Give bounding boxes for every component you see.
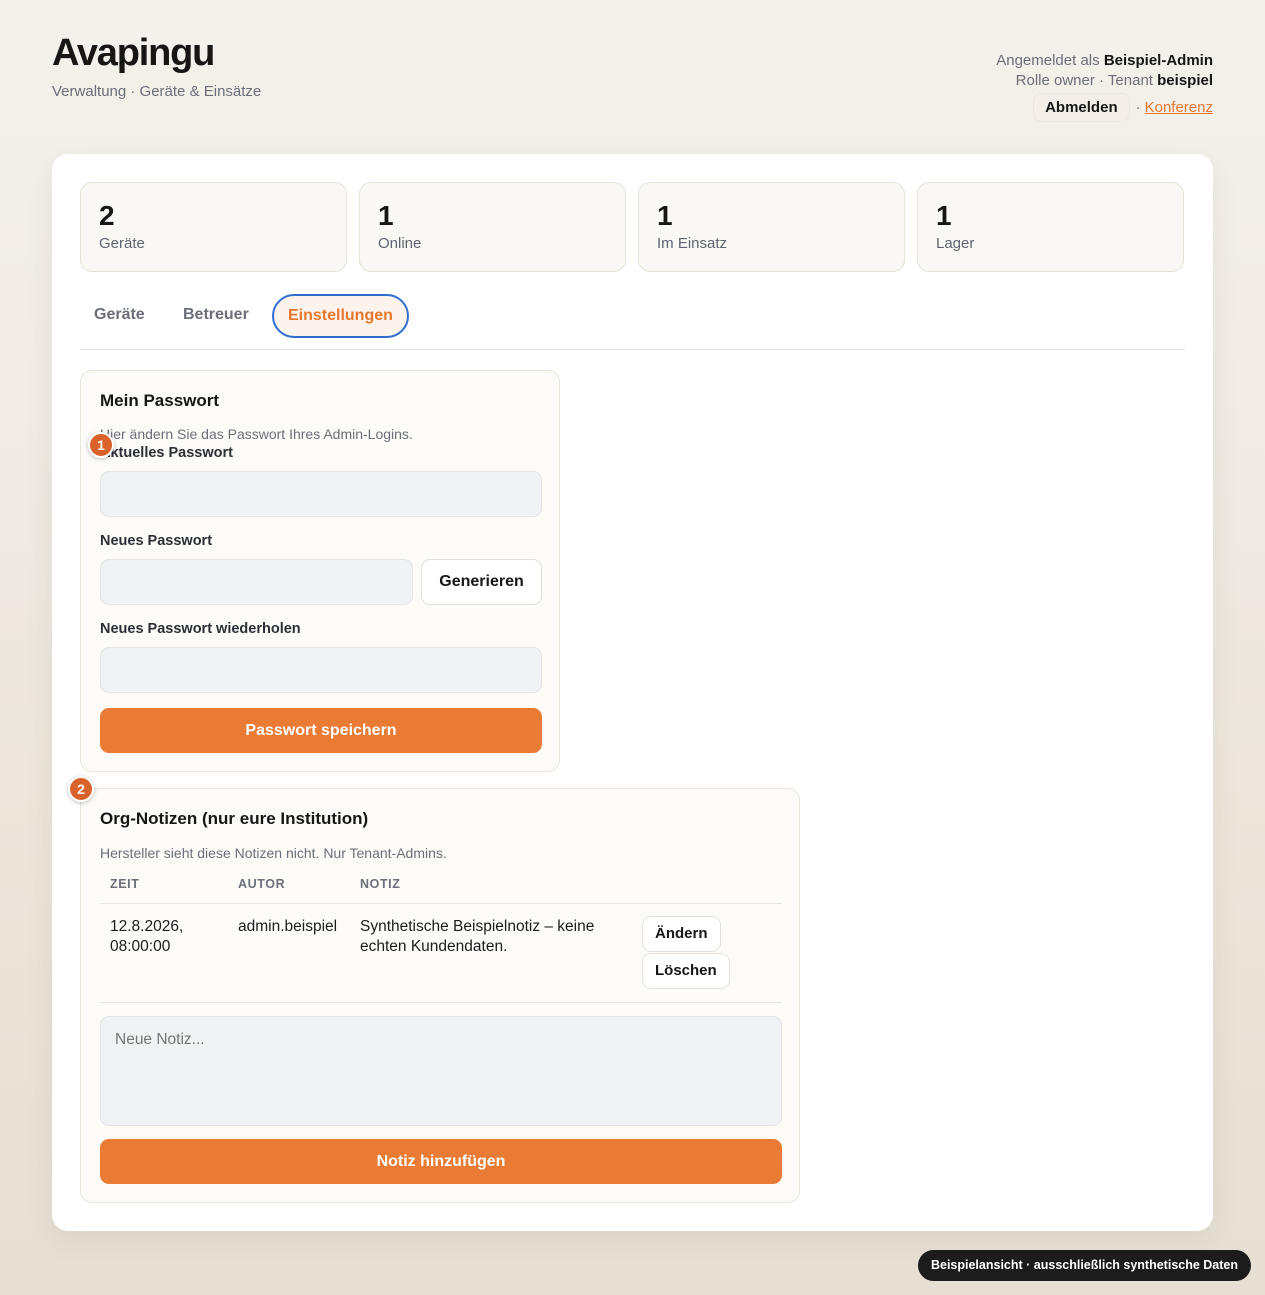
app-subtitle: Verwaltung · Geräte & Einsätze bbox=[52, 83, 262, 100]
repeat-password-input[interactable] bbox=[100, 647, 542, 693]
panel-description: Hersteller sieht diese Notizen nicht. Nu… bbox=[100, 845, 447, 861]
table-row-divider bbox=[100, 1002, 782, 1003]
panel-title: Mein Passwort bbox=[100, 391, 220, 410]
tab-settings[interactable]: Einstellungen bbox=[272, 294, 409, 338]
generate-password-button[interactable]: Generieren bbox=[421, 559, 542, 605]
panel-title: Org-Notizen (nur eure Institution) bbox=[100, 809, 369, 828]
role-line: Rolle owner · Tenant beispiel bbox=[996, 71, 1213, 91]
demo-data-badge: Beispielansicht · ausschließlich synthet… bbox=[918, 1250, 1251, 1281]
current-password-input[interactable] bbox=[100, 471, 542, 517]
step-marker-2: 2 bbox=[68, 776, 94, 802]
stat-card-online: 1 Online bbox=[359, 182, 626, 272]
stat-card-in-use: 1 Im Einsatz bbox=[638, 182, 905, 272]
logged-in-line: Angemeldet als Beispiel-Admin bbox=[996, 51, 1213, 71]
user-actions: Abmelden · Konferenz bbox=[1033, 93, 1213, 122]
stat-label: Lager bbox=[936, 235, 975, 252]
tab-bar: Geräte Betreuer Einstellungen bbox=[80, 294, 1185, 350]
password-panel: Mein Passwort Hier ändern Sie das Passwo… bbox=[80, 370, 560, 772]
main-card: 2 Geräte 1 Online 1 Im Einsatz 1 Lager G… bbox=[52, 154, 1213, 1231]
current-password-label: Aktuelles Passwort bbox=[100, 445, 233, 461]
repeat-password-label: Neues Passwort wiederholen bbox=[100, 621, 301, 637]
stat-value: 1 bbox=[657, 200, 673, 231]
role-line-prefix: Rolle owner · Tenant bbox=[1015, 72, 1153, 89]
save-password-button[interactable]: Passwort speichern bbox=[100, 708, 542, 753]
stat-label: Im Einsatz bbox=[657, 235, 728, 252]
app-title: Avapingu bbox=[52, 32, 215, 74]
conference-link[interactable]: Konferenz bbox=[1145, 99, 1213, 116]
new-password-input[interactable] bbox=[100, 559, 413, 605]
tenant-name: beispiel bbox=[1157, 72, 1213, 89]
tab-devices[interactable]: Geräte bbox=[80, 294, 159, 338]
column-header-author: AUTOR bbox=[238, 877, 286, 891]
tab-caretakers[interactable]: Betreuer bbox=[169, 294, 263, 338]
column-header-note: NOTIZ bbox=[360, 877, 401, 891]
logout-button[interactable]: Abmelden bbox=[1033, 93, 1130, 122]
stat-label: Geräte bbox=[99, 235, 145, 252]
org-notes-panel: Org-Notizen (nur eure Institution) Herst… bbox=[68, 776, 800, 1203]
stat-card-devices: 2 Geräte bbox=[80, 182, 347, 272]
user-info: Angemeldet als Beispiel-Admin Rolle owne… bbox=[996, 51, 1213, 91]
page-header: Avapingu Verwaltung · Geräte & Einsätze … bbox=[52, 30, 1213, 130]
separator: · bbox=[1135, 99, 1141, 116]
step-marker-1: 1 bbox=[88, 432, 114, 458]
logged-in-prefix: Angemeldet als bbox=[996, 52, 1100, 69]
note-text-line: echten Kundendaten. bbox=[360, 938, 508, 955]
user-name: Beispiel-Admin bbox=[1103, 52, 1213, 69]
note-time-date: 12.8.2026, bbox=[110, 918, 184, 935]
stat-value: 1 bbox=[936, 200, 952, 231]
note-text-line: Synthetische Beispielnotiz – keine bbox=[360, 918, 595, 935]
panel-description: Hier ändern Sie das Passwort Ihres Admin… bbox=[100, 426, 413, 442]
note-time-clock: 08:00:00 bbox=[110, 938, 171, 955]
stat-value: 1 bbox=[378, 200, 394, 231]
edit-note-button[interactable]: Ändern bbox=[642, 916, 721, 952]
column-header-time: ZEIT bbox=[110, 877, 140, 891]
note-time: 12.8.2026, 08:00:00 bbox=[110, 917, 183, 957]
new-password-label: Neues Passwort bbox=[100, 533, 213, 549]
stat-label: Online bbox=[378, 235, 422, 252]
note-text: Synthetische Beispielnotiz – keine echte… bbox=[360, 917, 594, 957]
delete-note-button[interactable]: Löschen bbox=[642, 953, 730, 989]
table-header-divider bbox=[100, 903, 782, 904]
note-author: admin.beispiel bbox=[238, 918, 338, 935]
stats-row: 2 Geräte 1 Online 1 Im Einsatz 1 Lager bbox=[80, 182, 1184, 272]
stat-card-storage: 1 Lager bbox=[917, 182, 1184, 272]
new-note-textarea[interactable] bbox=[100, 1016, 782, 1126]
stat-value: 2 bbox=[99, 200, 115, 231]
add-note-button[interactable]: Notiz hinzufügen bbox=[100, 1139, 782, 1184]
